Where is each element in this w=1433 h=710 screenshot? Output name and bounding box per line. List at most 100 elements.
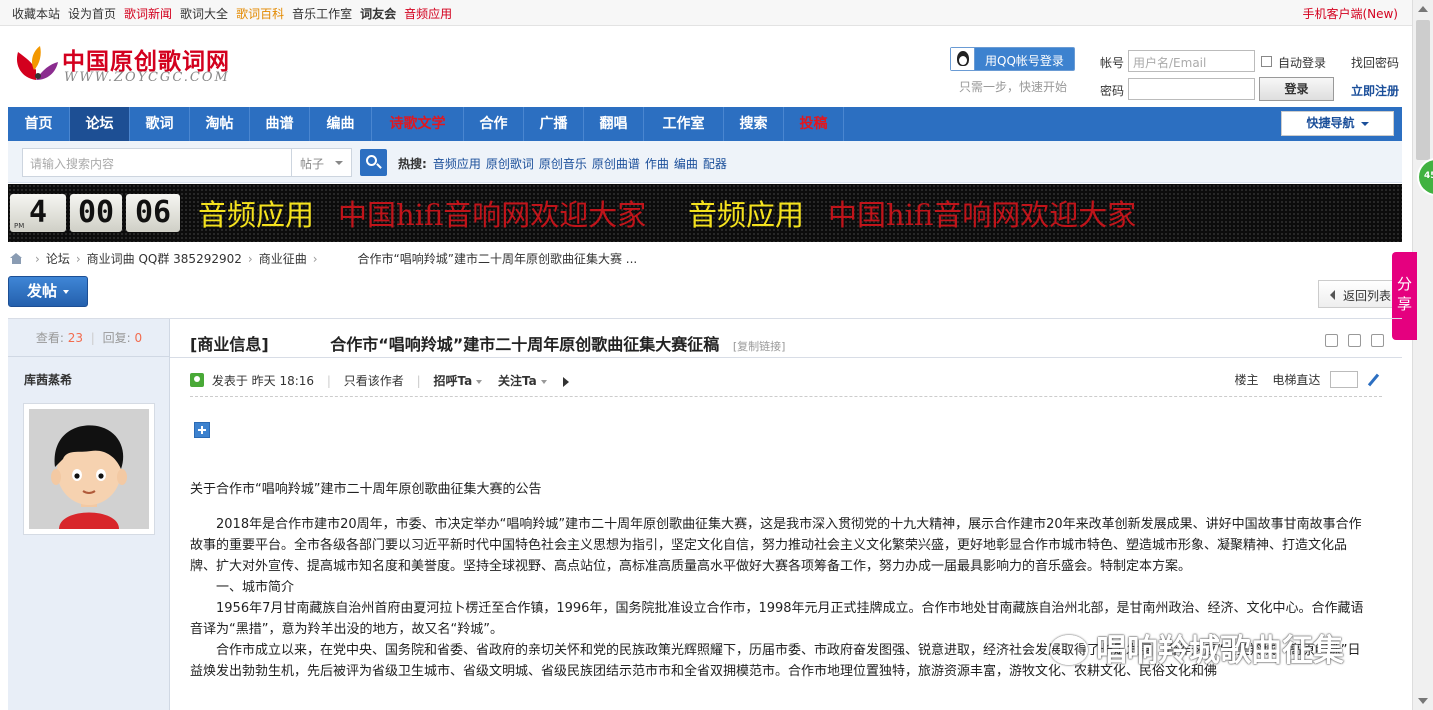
floor-info: 楼主 电梯直达 <box>1234 371 1380 388</box>
find-password-link[interactable]: 找回密码 <box>1351 54 1399 71</box>
home-icon[interactable] <box>10 253 23 264</box>
content-paragraph: 2018年是合作市建市20周年，市委、市决定举办“唱响羚城”建市二十周年原创歌曲… <box>190 517 1362 574</box>
account-input[interactable]: 用户名/Email <box>1128 50 1255 72</box>
main-nav: 首页 论坛 歌词 淘帖 曲谱 编曲 诗歌文学 合作 广播 翻唱 工作室 搜索 投稿 <box>8 107 1402 141</box>
mobile-client-link[interactable]: 手机客户端(New) <box>1302 5 1398 22</box>
nav-item[interactable]: 投稿 <box>784 107 844 141</box>
thread-title: [商业信息] 合作市“唱响羚城”建市二十周年原创歌曲征集大赛征稿 [复制链接] <box>190 331 785 355</box>
top-bar: 收藏本站 设为首页 歌词新闻 歌词大全 歌词百科 音乐工作室 词友会 音频应用 手机客户端(N… <box>0 0 1412 26</box>
post-time: 发表于 昨天 18:16 <box>211 374 315 388</box>
top-link[interactable]: 音乐工作室 <box>292 7 352 21</box>
hot-search-link[interactable]: 编曲 <box>674 157 698 171</box>
hot-search-link[interactable]: 作曲 <box>645 157 669 171</box>
top-link[interactable]: 词友会 <box>360 7 396 21</box>
nav-item[interactable]: 淘帖 <box>190 107 250 141</box>
register-link[interactable]: 立即注册 <box>1351 82 1399 99</box>
hot-search-link[interactable]: 音频应用 <box>433 157 481 171</box>
hot-search-link[interactable]: 原创曲谱 <box>592 157 640 171</box>
banner-text-1: 音频应用 <box>198 198 315 232</box>
follow-button[interactable]: 关注Ta <box>498 374 537 388</box>
thread-title-text: 合作市“唱响羚城”建市二十周年原创歌曲征集大赛征稿 <box>330 335 720 354</box>
clock-pm: PM <box>14 222 25 230</box>
copy-link[interactable]: [复制链接] <box>733 340 786 353</box>
thread-category[interactable]: [商业信息] <box>190 335 269 354</box>
auto-login-checkbox[interactable] <box>1261 56 1272 67</box>
hot-search-label: 热搜: <box>398 157 427 171</box>
content-section-title: 一、城市简介 <box>216 580 295 595</box>
quick-nav-label: 快捷导航 <box>1306 116 1355 130</box>
breadcrumb-item: 合作市“唱响羚城”建市二十周年原创歌曲征集大赛 ... <box>357 252 638 266</box>
nav-item[interactable]: 翻唱 <box>584 107 644 141</box>
breadcrumb-item[interactable]: 商业词曲 QQ群 385292902 <box>87 252 242 266</box>
expand-icon[interactable] <box>194 422 210 438</box>
content-heading: 关于合作市“唱响羚城”建市二十周年原创歌曲征集大赛的公告 <box>190 482 542 497</box>
replies-label: 回复: <box>102 331 131 345</box>
new-post-button[interactable]: 发帖 <box>8 276 88 307</box>
only-author-link[interactable]: 只看该作者 <box>344 374 404 388</box>
clock-second: 06 <box>126 194 180 232</box>
top-link[interactable]: 歌词新闻 <box>124 7 172 21</box>
nav-item[interactable]: 合作 <box>464 107 524 141</box>
author-name[interactable]: 库茜蒸希 <box>24 371 72 388</box>
site-logo[interactable]: 中国原创歌词网 WWW.ZOYCGC.COM <box>12 40 252 92</box>
butterfly-logo-icon <box>16 46 58 80</box>
search-input[interactable]: 请输入搜索内容 <box>22 148 292 177</box>
qq-login-hint: 只需一步，快速开始 <box>959 80 1068 94</box>
nav-item[interactable]: 搜索 <box>724 107 784 141</box>
play-arrow-icon[interactable] <box>562 376 569 387</box>
online-user-icon <box>190 373 204 387</box>
avatar-cartoon-icon <box>29 409 149 529</box>
hot-search-link[interactable]: 原创音乐 <box>539 157 587 171</box>
nav-item[interactable]: 诗歌文学 <box>372 107 464 141</box>
greet-button[interactable]: 招呼Ta <box>433 374 472 388</box>
breadcrumb-item[interactable]: 商业征曲 <box>259 252 307 266</box>
scroll-thumb[interactable] <box>1416 20 1430 160</box>
new-post-label: 发帖 <box>26 282 57 300</box>
banner-text-4: 中国hifi音响网欢迎大家 <box>828 198 1137 232</box>
qq-login-label: 用QQ帐号登录 <box>985 54 1064 68</box>
scroll-down-icon[interactable] <box>1418 698 1428 704</box>
nav-item[interactable]: 编曲 <box>310 107 372 141</box>
qq-login-button[interactable]: 用QQ帐号登录 <box>950 47 1075 71</box>
chevron-down-icon <box>335 161 343 165</box>
hot-search-link[interactable]: 配器 <box>703 157 727 171</box>
nav-item[interactable]: 首页 <box>8 107 70 141</box>
vertical-scrollbar[interactable] <box>1412 0 1433 710</box>
scroll-up-icon[interactable] <box>1418 6 1428 12</box>
breadcrumb: › 论坛 › 商业词曲 QQ群 385292902 › 商业征曲 › 合作市“唱响羚城”建市二… <box>10 250 637 267</box>
search-type-select[interactable]: 帖子 <box>292 148 352 177</box>
post-meta: 发表于 昨天 18:16 | 只看该作者 | 招呼Ta 关注Ta <box>190 372 569 389</box>
avatar[interactable] <box>23 403 155 535</box>
next-thread-icon[interactable] <box>1371 334 1384 347</box>
password-label: 密码 <box>1100 84 1125 98</box>
nav-item[interactable]: 论坛 <box>70 107 130 141</box>
nav-item[interactable]: 工作室 <box>644 107 724 141</box>
thread-stats: 查看: 23 | 回复: 0 <box>8 319 170 357</box>
login-button[interactable]: 登录 <box>1259 77 1334 101</box>
jump-icon[interactable] <box>1366 373 1380 387</box>
replies-count: 0 <box>134 331 143 345</box>
top-link[interactable]: 设为首页 <box>68 7 116 21</box>
floor-label: 楼主 <box>1234 373 1259 387</box>
password-input[interactable] <box>1128 78 1255 100</box>
search-button[interactable] <box>360 149 387 176</box>
floor-jump-input[interactable] <box>1330 371 1359 388</box>
top-link[interactable]: 收藏本站 <box>12 7 60 21</box>
nav-item[interactable]: 广播 <box>524 107 584 141</box>
clock-minute: 00 <box>70 194 122 232</box>
nav-item[interactable]: 曲谱 <box>250 107 310 141</box>
top-link[interactable]: 音频应用 <box>404 7 452 21</box>
top-link[interactable]: 歌词百科 <box>236 7 284 21</box>
watermark-text: 唱响羚城歌曲征集 <box>1096 633 1344 669</box>
top-link[interactable]: 歌词大全 <box>180 7 228 21</box>
banner-text-2: 中国hifi音响网欢迎大家 <box>338 198 647 232</box>
flip-clock: 4 PM 00 06 <box>10 194 180 232</box>
prev-thread-icon[interactable] <box>1348 334 1362 347</box>
print-icon[interactable] <box>1325 334 1339 347</box>
quick-nav-button[interactable]: 快捷导航 <box>1281 111 1394 136</box>
wechat-watermark: 唱响羚城歌曲征集 <box>1050 625 1344 670</box>
views-count: 23 <box>67 331 83 345</box>
hot-search-link[interactable]: 原创歌词 <box>486 157 534 171</box>
breadcrumb-item[interactable]: 论坛 <box>46 252 70 266</box>
nav-item[interactable]: 歌词 <box>130 107 190 141</box>
